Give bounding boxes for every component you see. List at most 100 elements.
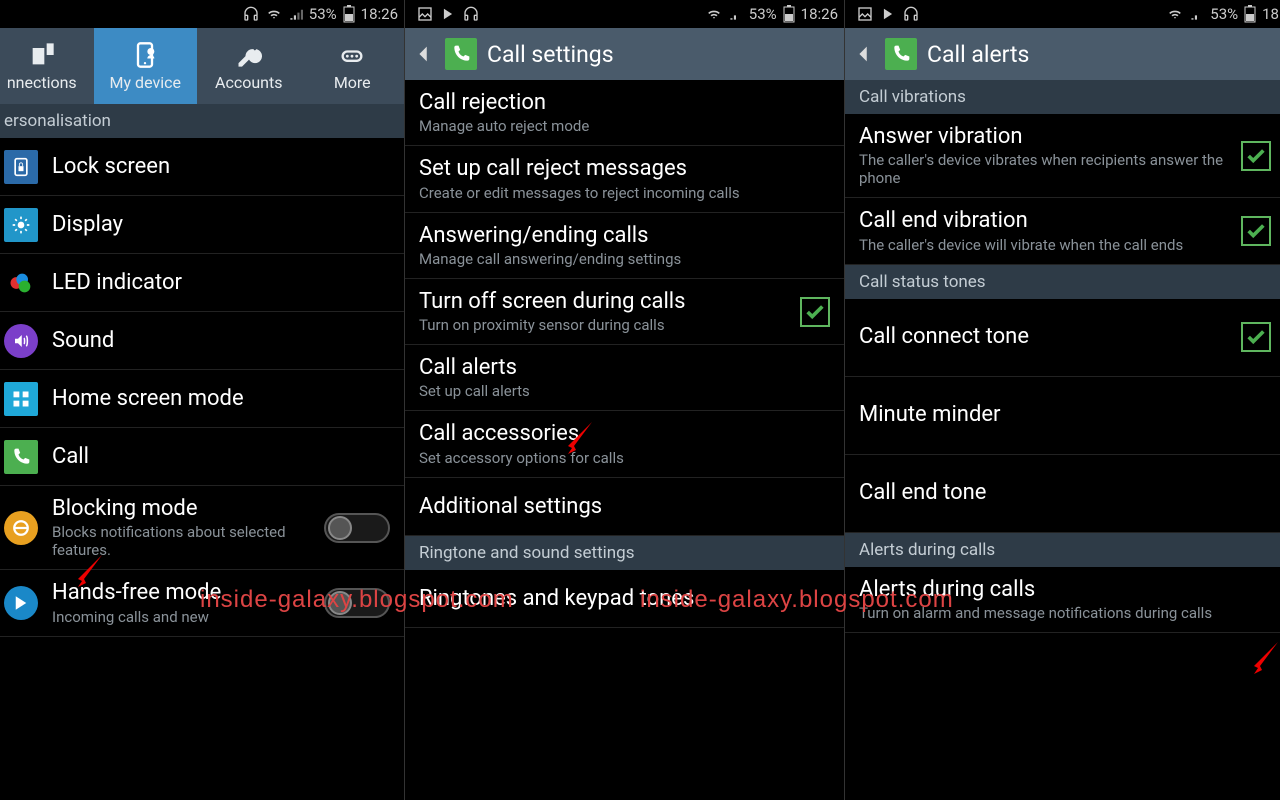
list-item-call-end-vibration[interactable]: Call end vibrationThe caller's device wi…: [845, 198, 1280, 264]
led-indicator-icon: [4, 266, 38, 300]
list-item-reject-messages[interactable]: Set up call reject messages Create or edi…: [405, 146, 844, 212]
item-subtitle: Create or edit messages to reject incomi…: [419, 184, 830, 202]
item-subtitle: Turn on proximity sensor during calls: [419, 316, 800, 334]
list-item-led[interactable]: LED indicator: [0, 254, 404, 312]
list-item-call-end-tone[interactable]: Call end tone: [845, 455, 1280, 533]
wifi-icon: [1166, 7, 1184, 21]
item-title: Blocking mode: [52, 496, 324, 521]
battery-percent: 53%: [309, 5, 337, 23]
item-title: Call: [52, 444, 390, 469]
clock: 18: [1262, 5, 1279, 23]
call-settings-panel: 53% 18:26 Call settings Call rejectionMa…: [405, 0, 845, 800]
item-title: Turn off screen during calls: [419, 289, 800, 314]
headphones-icon: [903, 6, 919, 22]
list-item-call[interactable]: Call: [0, 428, 404, 486]
page-title: Call alerts: [927, 41, 1029, 68]
tab-label: Accounts: [215, 73, 282, 92]
lock-screen-icon: [4, 150, 38, 184]
hands-free-toggle[interactable]: [324, 588, 390, 618]
answer-vibration-checkbox[interactable]: [1241, 141, 1271, 171]
headphones-icon: [243, 6, 259, 22]
list-item-additional-settings[interactable]: Additional settings: [405, 478, 844, 536]
section-call-status-tones: Call status tones: [845, 265, 1280, 299]
call-alerts-panel: 53% 18 Call alerts Call vibrations Answe…: [845, 0, 1280, 800]
tab-connections[interactable]: nnections: [0, 28, 94, 104]
tab-label: My device: [110, 73, 181, 92]
item-title: Sound: [52, 328, 390, 353]
tab-label: More: [334, 73, 371, 92]
call-end-vibration-checkbox[interactable]: [1241, 216, 1271, 246]
item-subtitle: Set accessory options for calls: [419, 449, 830, 467]
play-icon: [441, 6, 455, 22]
item-title: Call end tone: [859, 480, 1271, 505]
list-item-answering-ending[interactable]: Answering/ending callsManage call answer…: [405, 213, 844, 279]
item-title: Set up call reject messages: [419, 156, 830, 181]
clock: 18:26: [361, 5, 398, 23]
list-item-call-accessories[interactable]: Call accessoriesSet accessory options fo…: [405, 411, 844, 477]
section-alerts-during-calls: Alerts during calls: [845, 533, 1280, 567]
item-title: LED indicator: [52, 270, 390, 295]
item-title: Call alerts: [419, 355, 830, 380]
status-bar: 53% 18:26: [0, 0, 404, 28]
call-settings-list: Call rejectionManage auto reject mode Se…: [405, 80, 844, 800]
status-bar: 53% 18:26: [405, 0, 844, 28]
blocking-mode-toggle[interactable]: [324, 513, 390, 543]
list-item-alerts-during-calls[interactable]: Alerts during calls Turn on alarm and mes…: [845, 567, 1280, 633]
battery-icon: [343, 5, 355, 23]
list-item-call-connect-tone[interactable]: Call connect tone: [845, 299, 1280, 377]
list-item-lock-screen[interactable]: Lock screen: [0, 138, 404, 196]
list-item-ringtones-keypad[interactable]: Ringtones and keypad tones: [405, 570, 844, 628]
battery-icon: [1244, 5, 1256, 23]
settings-tabs: nnections My device Accounts More: [0, 28, 404, 104]
signal-icon: [1190, 7, 1204, 21]
picture-icon: [417, 6, 433, 22]
item-subtitle: Manage call answering/ending settings: [419, 250, 830, 268]
status-bar: 53% 18: [845, 0, 1280, 28]
list-item-call-alerts[interactable]: Call alertsSet up call alerts: [405, 345, 844, 411]
item-title: Hands-free mode: [52, 580, 324, 605]
list-item-sound[interactable]: Sound: [0, 312, 404, 370]
list-item-call-rejection[interactable]: Call rejectionManage auto reject mode: [405, 80, 844, 146]
page-title: Call settings: [487, 41, 614, 68]
tab-accounts[interactable]: Accounts: [197, 28, 301, 104]
headphones-icon: [463, 6, 479, 22]
signal-icon: [729, 7, 743, 21]
item-title: Home screen mode: [52, 386, 390, 411]
back-icon[interactable]: [853, 43, 875, 65]
hands-free-icon: [4, 586, 38, 620]
clock: 18:26: [801, 5, 838, 23]
tab-my-device[interactable]: My device: [94, 28, 198, 104]
turn-off-screen-checkbox[interactable]: [800, 297, 830, 327]
wifi-icon: [705, 7, 723, 21]
battery-percent: 53%: [1210, 5, 1238, 23]
item-title: Ringtones and keypad tones: [419, 586, 830, 611]
play-icon: [881, 6, 895, 22]
item-title: Alerts during calls: [859, 577, 1271, 602]
settings-my-device-panel: 53% 18:26 nnections My device Accounts M…: [0, 0, 405, 800]
tab-more[interactable]: More: [301, 28, 405, 104]
item-subtitle: Turn on alarm and message notifications …: [859, 604, 1271, 622]
section-ringtone-sound: Ringtone and sound settings: [405, 536, 844, 570]
battery-icon: [783, 5, 795, 23]
item-title: Lock screen: [52, 154, 390, 179]
list-item-hands-free-mode[interactable]: Hands-free modeIncoming calls and new: [0, 570, 404, 636]
list-item-display[interactable]: Display: [0, 196, 404, 254]
list-item-home-screen-mode[interactable]: Home screen mode: [0, 370, 404, 428]
picture-icon: [857, 6, 873, 22]
item-title: Call connect tone: [859, 324, 1241, 349]
call-icon: [4, 440, 38, 474]
list-item-blocking-mode[interactable]: Blocking modeBlocks notifications about …: [0, 486, 404, 570]
item-subtitle: The caller's device vibrates when recipi…: [859, 151, 1241, 187]
item-title: Display: [52, 212, 390, 237]
list-item-minute-minder[interactable]: Minute minder: [845, 377, 1280, 455]
phone-app-icon: [445, 38, 477, 70]
call-connect-tone-checkbox[interactable]: [1241, 322, 1271, 352]
item-title: Minute minder: [859, 402, 1271, 427]
list-item-answer-vibration[interactable]: Answer vibrationThe caller's device vibr…: [845, 114, 1280, 198]
section-personalisation: ersonalisation: [0, 104, 404, 138]
list-item-turn-off-screen[interactable]: Turn off screen during calls Turn on prox…: [405, 279, 844, 345]
item-title: Call rejection: [419, 90, 830, 115]
section-call-vibrations: Call vibrations: [845, 80, 1280, 114]
blocking-mode-icon: [4, 511, 38, 545]
back-icon[interactable]: [413, 43, 435, 65]
